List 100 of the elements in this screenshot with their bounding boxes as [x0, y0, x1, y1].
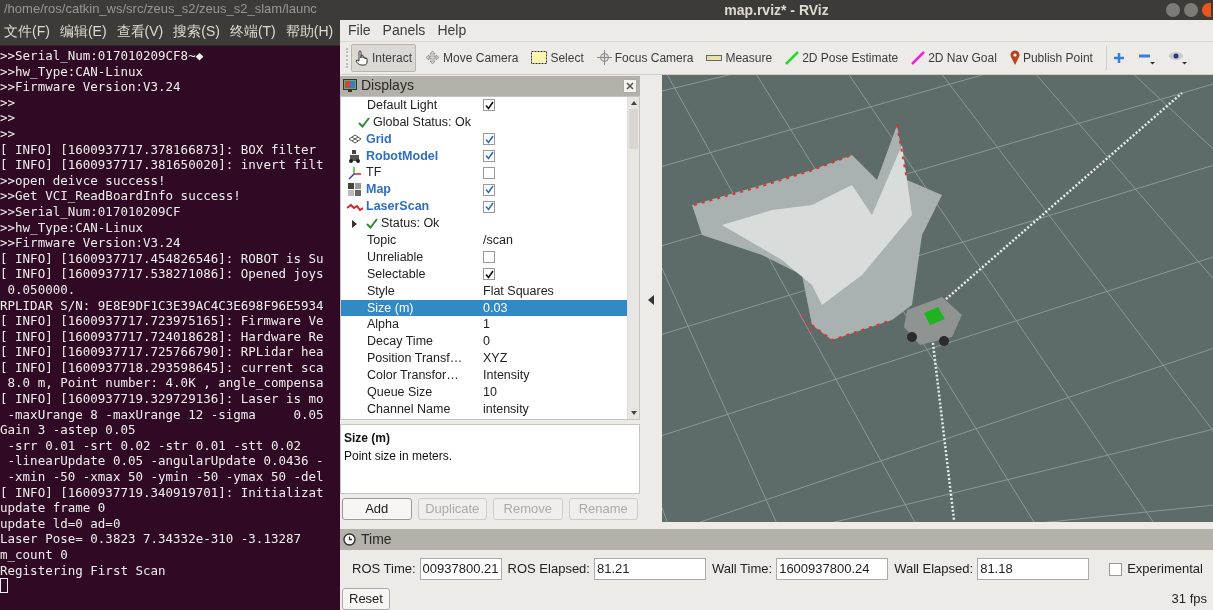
- text-field[interactable]: 00937800.21: [419, 558, 502, 581]
- field-label: Wall Elapsed:: [894, 560, 974, 579]
- text-field[interactable]: 81.21: [593, 558, 706, 581]
- menu-item[interactable]: 搜索(S): [173, 21, 220, 42]
- eye-icon[interactable]: [1168, 50, 1187, 65]
- checkmark-icon: [366, 218, 378, 229]
- panel-button[interactable]: Add: [342, 497, 412, 520]
- menu-item[interactable]: 终端(T): [229, 21, 276, 42]
- menu-item[interactable]: Help: [437, 20, 467, 41]
- menu-item[interactable]: 文件(F): [4, 21, 50, 42]
- description-text: Point size in meters.: [344, 447, 454, 465]
- property-name: Topic: [366, 232, 397, 249]
- map-grid-icon: [348, 182, 362, 197]
- move-arrows-icon: [425, 50, 441, 66]
- menu-item[interactable]: Panels: [382, 20, 426, 41]
- menu-item[interactable]: File: [348, 20, 371, 41]
- maximize-button[interactable]: [1184, 3, 1198, 17]
- plus-icon[interactable]: [1112, 51, 1125, 64]
- property-name: Position Transf…: [366, 350, 463, 368]
- tool-button[interactable]: 2D Pose Estimate: [781, 43, 903, 72]
- checkbox[interactable]: [483, 166, 495, 179]
- terminal-line: >>: [0, 125, 17, 142]
- terminal-line: update ld=0 ad=0: [0, 515, 122, 532]
- property-value: XYZ: [483, 350, 508, 368]
- expand-arrow-icon[interactable]: [352, 219, 358, 228]
- reset-button[interactable]: Reset: [342, 588, 390, 610]
- property-name: Style: [366, 282, 395, 300]
- tree-row[interactable]: Decay Time 0: [341, 333, 627, 351]
- crosshair-icon: [596, 50, 612, 66]
- menu-item[interactable]: 编辑(E): [59, 21, 107, 42]
- experimental-checkbox[interactable]: Experimental: [1109, 559, 1203, 579]
- clock-icon: [343, 533, 356, 547]
- terminal-line: -maxUrange 8 -maxUrange 12 -sigma 0.05: [6, 406, 325, 423]
- close-button[interactable]: [623, 78, 637, 93]
- tool-button[interactable]: Select: [527, 43, 588, 72]
- terminal-line: m_count 0: [0, 547, 69, 563]
- axes-icon: [348, 165, 362, 180]
- property-name: Color Transfor…: [366, 367, 459, 385]
- terminal-line: >>hw_Type:CAN-Linux: [0, 219, 144, 236]
- terminal-line: [ INFO] [1600937717.725766790]: RPLidar hea: [0, 344, 325, 360]
- checkbox[interactable]: [483, 268, 495, 281]
- field-label: ROS Time:: [352, 560, 416, 579]
- minimize-button[interactable]: [1166, 3, 1180, 17]
- tree-row[interactable]: TF: [341, 164, 627, 182]
- text-field[interactable]: 81.18: [977, 558, 1090, 581]
- tool-button[interactable]: Publish Point: [1005, 43, 1097, 72]
- checkbox[interactable]: [483, 251, 495, 264]
- tree-row[interactable]: Style Flat Squares: [341, 282, 627, 300]
- checkbox[interactable]: [483, 183, 495, 196]
- display-name: Grid: [366, 130, 392, 148]
- property-value: 10: [483, 384, 497, 402]
- scrollbar-thumb[interactable]: [629, 108, 638, 149]
- close-button[interactable]: [1202, 3, 1211, 17]
- terminal-line: [ INFO] [1600937717.454826546]: ROBOT is Su: [0, 250, 325, 267]
- property-name: Unreliable: [366, 248, 424, 266]
- tree-row[interactable]: Alpha 1: [341, 316, 627, 334]
- tool-button[interactable]: 2D Nav Goal: [907, 43, 1001, 72]
- ruler-icon: [706, 54, 723, 61]
- tree-row[interactable]: Default Light: [341, 96, 627, 114]
- terminal-line: [ INFO] [1600937717.538271086]: Opened joys: [0, 266, 325, 282]
- tool-button[interactable]: Measure: [702, 43, 777, 72]
- tree-row[interactable]: Selectable: [341, 265, 627, 283]
- tree-row[interactable]: Global Status: Ok: [341, 113, 627, 131]
- menu-item[interactable]: 帮助(H): [285, 21, 334, 42]
- checkbox[interactable]: [483, 133, 495, 146]
- tool-button[interactable]: Focus Camera: [592, 43, 698, 72]
- checkbox[interactable]: [483, 200, 495, 213]
- checkbox[interactable]: [483, 99, 495, 112]
- tree-row[interactable]: Topic /scan: [341, 231, 627, 249]
- tree-row[interactable]: Unreliable: [341, 248, 627, 266]
- tree-row[interactable]: RobotModel: [341, 147, 627, 165]
- property-name: Size (m): [366, 299, 414, 317]
- tree-row[interactable]: Position Transf… XYZ: [341, 350, 627, 368]
- tree-row[interactable]: LaserScan: [341, 198, 627, 216]
- terminal-line: -srr 0.01 -srt 0.02 -str 0.01 -stt 0.02: [6, 437, 303, 454]
- terminal-line: -linearUpdate 0.05 -angularUpdate 0.0436 -: [6, 453, 325, 470]
- text-field[interactable]: 1600937800.24: [776, 558, 889, 581]
- terminal-line: [ INFO] [1600937717.378166873]: BOX filter: [0, 141, 318, 158]
- property-value: 0: [483, 333, 490, 351]
- tree-row[interactable]: Grid: [341, 130, 627, 148]
- tree-row[interactable]: Queue Size 10: [341, 383, 627, 401]
- tool-button[interactable]: Interact: [351, 43, 417, 72]
- terminal-line: >>Get VCI_ReadBoardInfo success!: [0, 188, 242, 204]
- checkbox[interactable]: [483, 149, 495, 162]
- tree-row[interactable]: Size (m) 0.03: [341, 299, 627, 317]
- display-name: LaserScan: [366, 198, 430, 216]
- terminal-line: >>hw_Type:CAN-Linux: [0, 63, 144, 80]
- tool-button[interactable]: Move Camera: [421, 43, 523, 72]
- tree-row[interactable]: Channel Name intensity: [341, 400, 627, 418]
- tree-row[interactable]: Map: [341, 181, 627, 199]
- collapse-arrow-icon[interactable]: [648, 294, 654, 305]
- status-label: Global Status: Ok: [373, 113, 471, 131]
- tree-row[interactable]: Status: Ok: [341, 215, 627, 232]
- menu-item[interactable]: 查看(V): [116, 21, 164, 42]
- terminal-line: [ INFO] [1600937717.381650020]: invert filt: [0, 157, 325, 173]
- display-name: Map: [366, 181, 391, 199]
- selection-box-icon: [531, 51, 548, 65]
- property-name: Queue Size: [366, 384, 433, 402]
- tree-row[interactable]: Color Transfor… Intensity: [341, 367, 627, 384]
- window-title: map.rviz* - RViz: [724, 0, 829, 20]
